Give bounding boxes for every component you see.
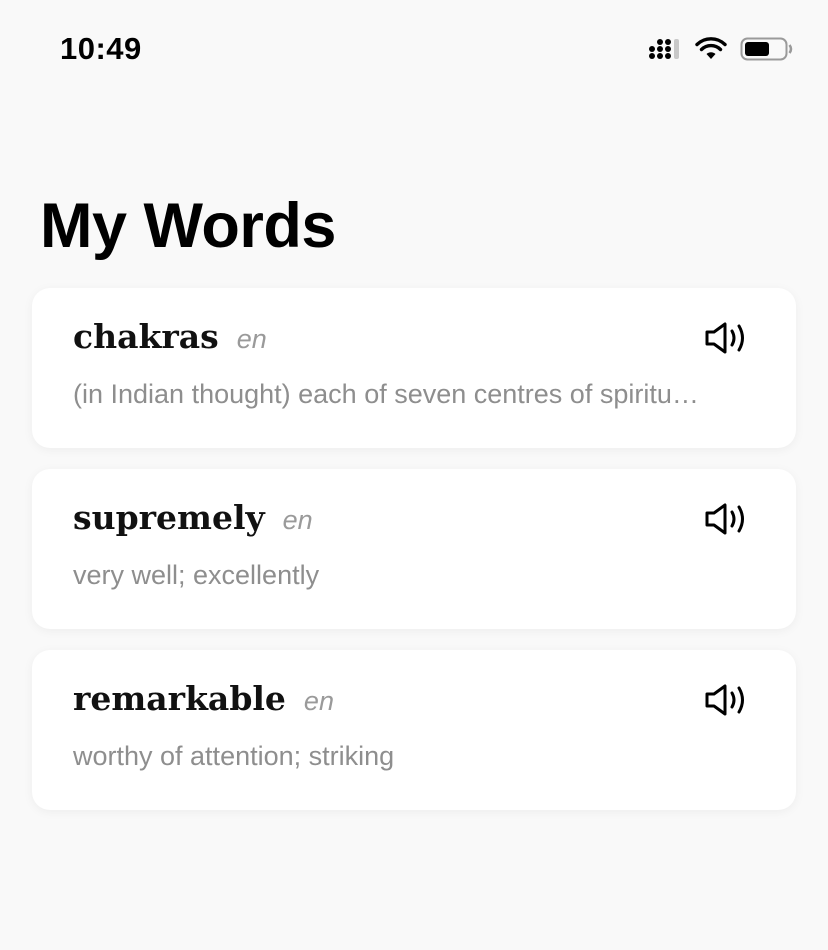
page-title: My Words (40, 191, 336, 261)
pronounce-button[interactable] (702, 318, 752, 358)
word-definition: very well; excellently (73, 560, 320, 590)
word-card-remarkable[interactable]: remarkable en worthy of attention; strik… (32, 650, 796, 810)
word-header: supremely en (73, 496, 313, 540)
word-definition: (in Indian thought) each of seven centre… (73, 379, 699, 409)
status-time: 10:49 (60, 31, 142, 66)
word-card-chakras[interactable]: chakras en (in Indian thought) each of s… (32, 288, 796, 448)
pronounce-button[interactable] (702, 499, 752, 539)
pronounce-button[interactable] (702, 680, 752, 720)
speaker-icon (705, 322, 744, 354)
word-term: remarkable (73, 679, 286, 718)
app-screen: 10:49 My Words chakras en (in Indian tho… (0, 0, 828, 950)
word-language: en (236, 324, 267, 354)
cellular-signal-icon (649, 39, 679, 59)
speaker-icon (705, 503, 744, 535)
word-language: en (303, 686, 334, 716)
word-language: en (282, 505, 313, 535)
status-bar: 10:49 (0, 0, 828, 100)
word-card-supremely[interactable]: supremely en very well; excellently (32, 469, 796, 629)
word-term: chakras (73, 317, 219, 356)
status-icons (648, 35, 794, 63)
speaker-icon (705, 684, 744, 716)
word-header: remarkable en (73, 677, 334, 721)
battery-icon (740, 37, 793, 61)
word-definition: worthy of attention; striking (73, 741, 395, 771)
word-list: chakras en (in Indian thought) each of s… (32, 288, 796, 810)
wifi-icon (695, 37, 727, 59)
word-header: chakras en (73, 315, 267, 359)
word-term: supremely (73, 498, 265, 537)
